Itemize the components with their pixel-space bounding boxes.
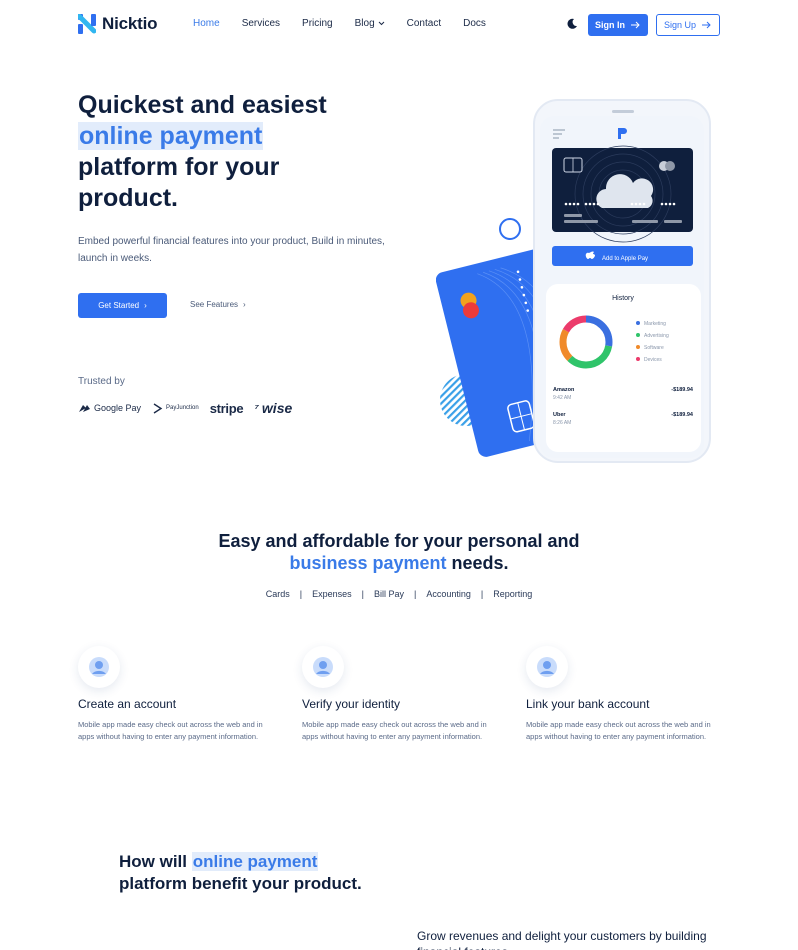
section3-title-pre: How will: [119, 852, 192, 871]
see-features-label: See Features: [190, 300, 239, 309]
history-panel: [546, 284, 701, 452]
section3-title-line2: platform benefit your product.: [119, 874, 362, 893]
transaction-amount: -$189.94: [671, 412, 694, 418]
section2-title-highlight: business payment: [289, 553, 447, 573]
feature-title: Create an account: [78, 697, 177, 711]
top-navbar: Nicktio Home Services Pricing Blog Conta…: [0, 0, 798, 50]
apple-pay-label: Add to Apple Pay: [602, 256, 648, 262]
section2-title-line1: Easy and affordable for your personal an…: [218, 531, 580, 551]
section2-title-end: needs.: [446, 553, 509, 573]
tab-expenses[interactable]: Expenses: [302, 589, 362, 599]
hero-title-line3: platform for your: [78, 153, 280, 181]
sign-in-button[interactable]: Sign In: [588, 14, 648, 36]
nav-services[interactable]: Services: [242, 18, 280, 29]
brand-logo[interactable]: Nicktio: [78, 14, 157, 34]
feature-description: Mobile app made easy check out across th…: [78, 720, 263, 741]
brand-google-pay: Google Pay: [78, 403, 141, 414]
history-title: History: [612, 295, 634, 302]
trusted-brands: Google Pay PayJunction stripe ⁷ wise: [78, 400, 292, 416]
section3-subtitle: Grow revenues and delight your customers…: [417, 929, 707, 950]
arrow-right-icon: [631, 21, 640, 29]
brand-payjunction: PayJunction: [152, 402, 199, 414]
feature-tabs: Cards | Expenses | Bill Pay | Accounting…: [0, 589, 798, 599]
trusted-by-label: Trusted by: [78, 376, 125, 387]
wise-flag-icon: ⁷: [254, 401, 259, 415]
brand-stripe: stripe: [209, 400, 244, 416]
transaction-time: 8:26 AM: [553, 420, 571, 426]
nav-pricing[interactable]: Pricing: [302, 18, 333, 29]
nav-contact[interactable]: Contact: [407, 18, 441, 29]
feature-card: Link your bank account Mobile app made e…: [526, 646, 721, 743]
feature-description: Mobile app made easy check out across th…: [302, 720, 487, 741]
feature-title: Link your bank account: [526, 697, 650, 711]
user-avatar-icon: [526, 646, 568, 688]
ring-decoration: [499, 218, 521, 240]
legend-marketing: Marketing: [644, 321, 666, 327]
chevron-down-icon: [378, 21, 384, 26]
phone-card-illustration: Add to Apple Pay History Marketing Adver…: [435, 99, 711, 463]
section-benefit-title: How will online payment platform benefit…: [119, 851, 419, 895]
section3-title-highlight: online payment: [191, 852, 319, 871]
nav-home[interactable]: Home: [193, 18, 220, 29]
legend-devices: Devices: [644, 357, 662, 363]
hero-title: Quickest and easiest online payment plat…: [78, 90, 368, 214]
feature-title: Verify your identity: [302, 697, 401, 711]
feature-card: Create an account Mobile app made easy c…: [78, 646, 273, 743]
brand-name: Nicktio: [102, 14, 158, 33]
feature-card: Verify your identity Mobile app made eas…: [302, 646, 497, 743]
tab-bill-pay[interactable]: Bill Pay: [364, 589, 414, 599]
sign-up-button[interactable]: Sign Up: [656, 14, 720, 36]
brand-wise-label: wise: [261, 400, 293, 416]
user-avatar-icon: [78, 646, 120, 688]
transaction-time: 9:42 AM: [553, 395, 571, 401]
nav-blog[interactable]: Blog: [355, 18, 385, 29]
user-avatar-icon: [302, 646, 344, 688]
phone: Add to Apple Pay History Marketing Adver…: [533, 99, 711, 463]
transaction-name: Uber: [553, 412, 566, 418]
transaction-name: Amazon: [553, 387, 575, 393]
brand-wise: ⁷ wise: [254, 400, 292, 416]
brand-payjunction-label: PayJunction: [166, 405, 199, 411]
hero-title-line1: Quickest and easiest: [78, 91, 327, 119]
hero-illustration: Add to Apple Pay History Marketing Adver…: [435, 96, 726, 466]
nav-links: Home Services Pricing Blog Contact Docs: [193, 18, 486, 29]
nav-blog-label: Blog: [354, 18, 375, 29]
section-personal-business-title: Easy and affordable for your personal an…: [0, 530, 798, 574]
tab-accounting[interactable]: Accounting: [416, 589, 481, 599]
feature-description: Mobile app made easy check out across th…: [526, 720, 711, 741]
legend-advertising: Advertising: [644, 333, 669, 339]
arrow-right-icon: [702, 21, 711, 29]
logo-icon: [78, 14, 96, 34]
sign-in-label: Sign In: [595, 20, 625, 30]
see-features-link[interactable]: See Features ›: [190, 300, 246, 309]
nav-docs[interactable]: Docs: [463, 18, 486, 29]
hero-title-line4: product.: [78, 184, 178, 212]
get-started-label: Get Started: [98, 301, 140, 310]
tab-reporting[interactable]: Reporting: [483, 589, 542, 599]
transaction-amount: -$189.94: [671, 387, 694, 393]
brand-google-pay-label: Google Pay: [94, 403, 142, 413]
get-started-button[interactable]: Get Started ›: [78, 293, 167, 318]
chevron-right-icon: ›: [144, 301, 147, 310]
tab-cards[interactable]: Cards: [256, 589, 300, 599]
google-pay-icon: [79, 404, 90, 412]
legend-software: Software: [644, 345, 664, 351]
hero-title-highlight: online payment: [78, 122, 264, 150]
sign-up-label: Sign Up: [663, 20, 697, 30]
payjunction-icon: [153, 402, 163, 414]
chevron-right-icon: ›: [243, 300, 246, 309]
hero-description: Embed powerful financial features into y…: [78, 236, 385, 264]
dark-mode-moon-icon[interactable]: [566, 18, 578, 30]
